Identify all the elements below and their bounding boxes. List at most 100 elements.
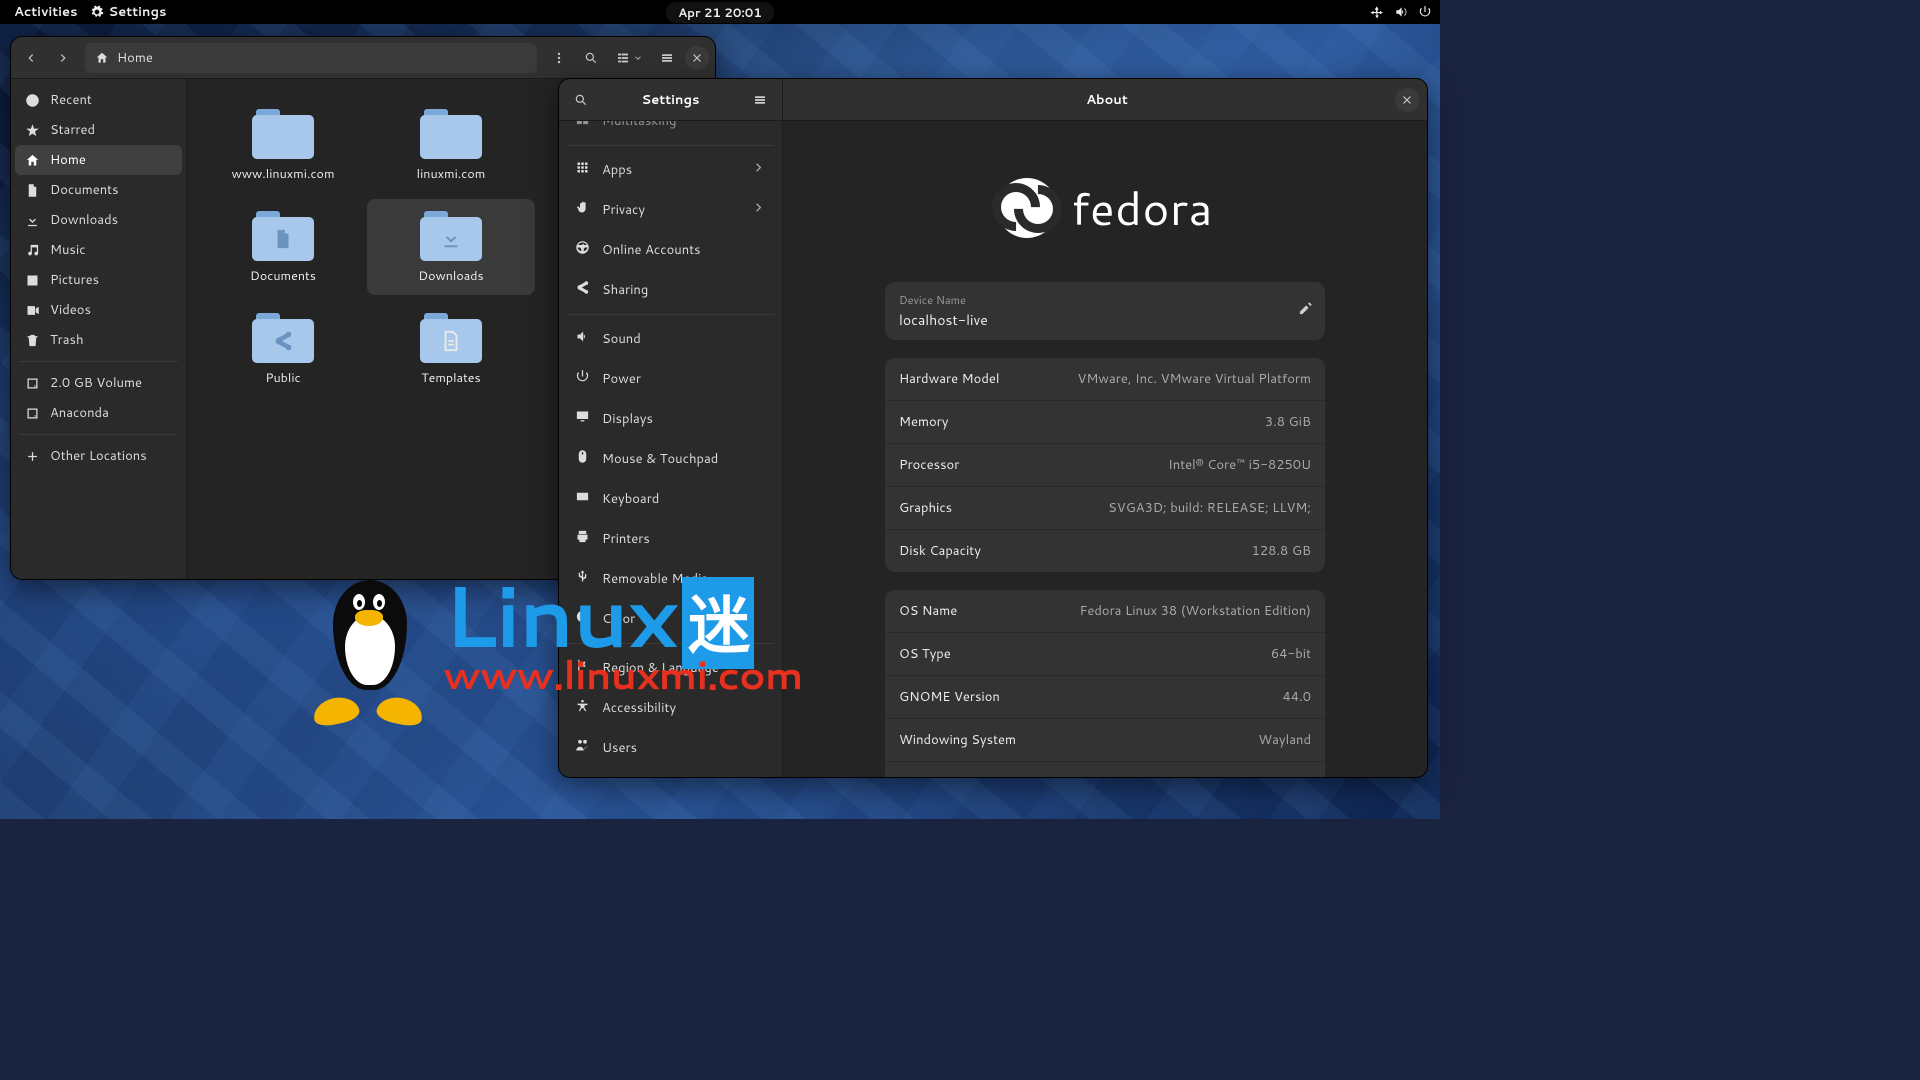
settings-row-online-accounts[interactable]: Online Accounts	[565, 230, 776, 270]
sidebar-item-trash[interactable]: Trash	[15, 325, 182, 355]
window-close-button[interactable]	[685, 46, 709, 70]
settings-row-printers[interactable]: Printers	[565, 519, 776, 559]
info-row[interactable]: VirtualizationVMware	[885, 762, 1325, 777]
info-value: SVGA3D; build: RELEASE; LLVM;	[1108, 499, 1311, 517]
activities-button[interactable]: Activities	[8, 1, 84, 23]
sidebar-item-label: Other Locations	[50, 447, 147, 465]
settings-row-displays[interactable]: Displays	[565, 399, 776, 439]
settings-row-default-apps[interactable]: Default Apps	[565, 768, 776, 777]
os-card: OS NameFedora Linux 38 (Workstation Edit…	[885, 590, 1325, 777]
folder-item[interactable]: www.linuxmi.com	[199, 97, 367, 193]
folder-item[interactable]: Downloads	[367, 199, 535, 295]
volume-icon[interactable]	[1394, 5, 1408, 19]
window-close-button[interactable]	[1395, 88, 1419, 112]
sidebar-item-vol20[interactable]: 2.0 GB Volume	[15, 368, 182, 398]
sidebar-item-home[interactable]: Home	[15, 145, 182, 175]
folder-item[interactable]: Templates	[367, 301, 535, 397]
kbd-icon	[575, 489, 590, 509]
info-row[interactable]: Windowing SystemWayland	[885, 719, 1325, 762]
info-row[interactable]: Disk Capacity128.8 GB	[885, 530, 1325, 572]
settings-main: About fedora Device Name localhost-live …	[783, 79, 1427, 777]
network-icon[interactable]	[1370, 5, 1384, 19]
sidebar-item-starred[interactable]: Starred	[15, 115, 182, 145]
settings-row-label: Keyboard	[602, 490, 659, 508]
main-menu-button[interactable]	[653, 44, 681, 72]
info-value: 3.8 GiB	[1265, 413, 1311, 431]
top-panel: Activities Settings Apr 21 20:01	[0, 0, 1440, 24]
settings-row-color[interactable]: Color	[565, 599, 776, 639]
nav-forward-button[interactable]	[49, 44, 77, 72]
folder-item[interactable]: Public	[199, 301, 367, 397]
settings-row-multitasking[interactable]: Multitasking	[565, 121, 776, 141]
files-sidebar: Recent Starred HomeDocumentsDownloadsMusic…	[11, 79, 187, 579]
settings-row-privacy[interactable]: Privacy	[565, 190, 776, 230]
folder-item[interactable]: linuxmi.com	[367, 97, 535, 193]
info-row[interactable]: GNOME Version44.0	[885, 676, 1325, 719]
power-icon[interactable]	[1418, 5, 1432, 19]
sidebar-item-other-locations[interactable]: Other Locations	[15, 441, 182, 471]
files-headerbar: Home	[11, 37, 715, 79]
folder-label: Downloads	[418, 267, 483, 285]
settings-search-button[interactable]	[567, 86, 595, 114]
settings-row-removable-media[interactable]: Removable Media	[565, 559, 776, 599]
folder-icon	[252, 107, 314, 159]
device-name-card[interactable]: Device Name localhost-live	[885, 282, 1325, 340]
sidebar-item-recent[interactable]: Recent	[15, 85, 182, 115]
location-bar[interactable]: Home	[85, 43, 537, 73]
search-icon	[584, 51, 598, 65]
settings-row-keyboard[interactable]: Keyboard	[565, 479, 776, 519]
info-key: Virtualization	[899, 774, 979, 777]
settings-row-users[interactable]: Users	[565, 728, 776, 768]
settings-row-sharing[interactable]: Sharing	[565, 270, 776, 310]
settings-row-label: Power	[602, 370, 641, 388]
settings-row-region-language[interactable]: Region & Language	[565, 648, 776, 688]
settings-row-accessibility[interactable]: Accessibility	[565, 688, 776, 728]
sidebar-item-label: Starred	[50, 121, 95, 139]
nav-back-button[interactable]	[17, 44, 45, 72]
settings-row-sound[interactable]: Sound	[565, 319, 776, 359]
settings-row-power[interactable]: Power	[565, 359, 776, 399]
panel-app-menu[interactable]: Settings	[84, 1, 173, 23]
settings-menu-button[interactable]	[746, 86, 774, 114]
edit-icon[interactable]	[1298, 301, 1313, 321]
info-row[interactable]: ProcessorIntel® Core™ i5-8250U	[885, 444, 1325, 487]
info-row[interactable]: Memory 3.8 GiB	[885, 401, 1325, 444]
hardware-card: Hardware ModelVMware, Inc. VMware Virtua…	[885, 358, 1325, 572]
settings-sidebar: Settings Multitasking Apps Privacy Onlin…	[559, 79, 783, 777]
info-value: 44.0	[1283, 688, 1311, 706]
folder-label: Documents	[250, 267, 316, 285]
sidebar-item-videos[interactable]: Videos	[15, 295, 182, 325]
sidebar-item-pictures[interactable]: Pictures	[15, 265, 182, 295]
apps-icon	[575, 160, 590, 180]
settings-row-label: Privacy	[602, 201, 645, 219]
settings-separator	[567, 145, 774, 146]
sidebar-item-documents[interactable]: Documents	[15, 175, 182, 205]
chevron-right-icon	[751, 160, 766, 180]
info-key: Hardware Model	[899, 370, 999, 388]
folder-item[interactable]: Documents	[199, 199, 367, 295]
sidebar-item-label: Anaconda	[50, 404, 109, 422]
info-key: OS Name	[899, 602, 957, 620]
settings-row-apps[interactable]: Apps	[565, 150, 776, 190]
location-options-button[interactable]	[545, 44, 573, 72]
info-row[interactable]: GraphicsSVGA3D; build: RELEASE; LLVM;	[885, 487, 1325, 530]
clock[interactable]: Apr 21 20:01	[666, 2, 774, 23]
sidebar-item-music[interactable]: Music	[15, 235, 182, 265]
device-name-label: Device Name	[899, 292, 966, 308]
device-name-value: localhost-live	[899, 310, 988, 330]
info-row[interactable]: Hardware ModelVMware, Inc. VMware Virtua…	[885, 358, 1325, 401]
hamburger-icon	[660, 51, 674, 65]
users-icon	[575, 738, 590, 758]
settings-sidebar-title: Settings	[642, 91, 700, 109]
view-toggle-button[interactable]	[609, 44, 649, 72]
sidebar-item-anaconda[interactable]: Anaconda	[15, 398, 182, 428]
a11y-icon	[575, 698, 590, 718]
info-row[interactable]: OS NameFedora Linux 38 (Workstation Edit…	[885, 590, 1325, 633]
info-key: OS Type	[899, 645, 951, 663]
info-row[interactable]: OS Type64-bit	[885, 633, 1325, 676]
info-key: Memory	[899, 413, 948, 431]
sidebar-item-downloads[interactable]: Downloads	[15, 205, 182, 235]
search-button[interactable]	[577, 44, 605, 72]
settings-row-mouse-touchpad[interactable]: Mouse & Touchpad	[565, 439, 776, 479]
folder-label: Public	[265, 369, 300, 387]
